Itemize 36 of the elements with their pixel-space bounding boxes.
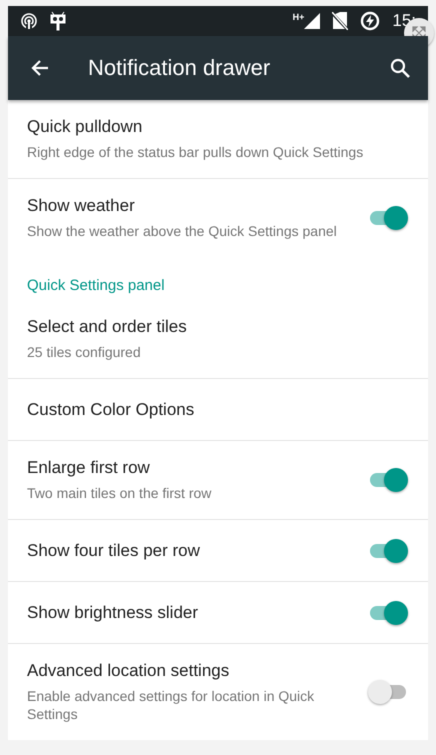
settings-row[interactable]: Select and order tiles 25 tiles configured xyxy=(8,300,428,379)
data-saver-icon xyxy=(360,11,380,31)
setting-title: Select and order tiles xyxy=(27,317,188,337)
setting-title: Enlarge first row xyxy=(27,458,151,478)
setting-title: Advanced location settings xyxy=(27,661,230,681)
back-arrow-icon xyxy=(31,59,49,77)
no-sim-icon xyxy=(332,12,348,30)
toggle-switch[interactable] xyxy=(368,538,408,562)
setting-title: Show brightness slider xyxy=(27,602,200,622)
search-icon xyxy=(390,58,410,78)
setting-summary: 25 tiles configured xyxy=(27,343,142,361)
setting-title: Show four tiles per row xyxy=(27,540,201,560)
setting-title: Custom Color Options xyxy=(27,400,196,420)
settings-row[interactable]: Enlarge first row Two main tiles on the first row xyxy=(8,441,428,520)
settings-row[interactable]: Advanced location settings Enable advanced settings for location in Quick Settings xyxy=(8,644,428,740)
screen-title: Notification drawer xyxy=(88,55,272,81)
setting-title: Quick pulldown xyxy=(27,117,144,137)
signal-icon xyxy=(304,13,320,29)
settings-row[interactable]: Show four tiles per row xyxy=(8,520,428,582)
settings-row[interactable]: Quick pulldown Right edge of the status bar pulls down Quick Settings xyxy=(8,100,428,179)
toggle-switch[interactable] xyxy=(368,468,408,492)
settings-row[interactable]: Show weather Show the weather above the Quick Settings panel xyxy=(8,179,428,257)
setting-summary: Show the weather above the Quick Settings panel xyxy=(27,222,338,240)
setting-summary: Two main tiles on the first row xyxy=(27,484,212,502)
network-type-label: H+ xyxy=(292,12,304,22)
settings-row[interactable]: Custom Color Options xyxy=(8,379,428,441)
setting-summary: Enable advanced settings for location in Quick Settings xyxy=(27,687,316,723)
setting-summary: Right edge of the status bar pulls down Quick Settings xyxy=(27,143,364,161)
settings-row[interactable]: Show brightness slider xyxy=(8,582,428,644)
hotspot-icon xyxy=(20,12,38,30)
section-header: Quick Settings panel xyxy=(26,276,166,296)
toggle-switch[interactable] xyxy=(368,206,408,230)
robot-icon xyxy=(50,11,66,31)
toggle-switch[interactable] xyxy=(368,600,408,624)
toggle-switch[interactable] xyxy=(368,680,408,704)
setting-title: Show weather xyxy=(27,196,136,216)
